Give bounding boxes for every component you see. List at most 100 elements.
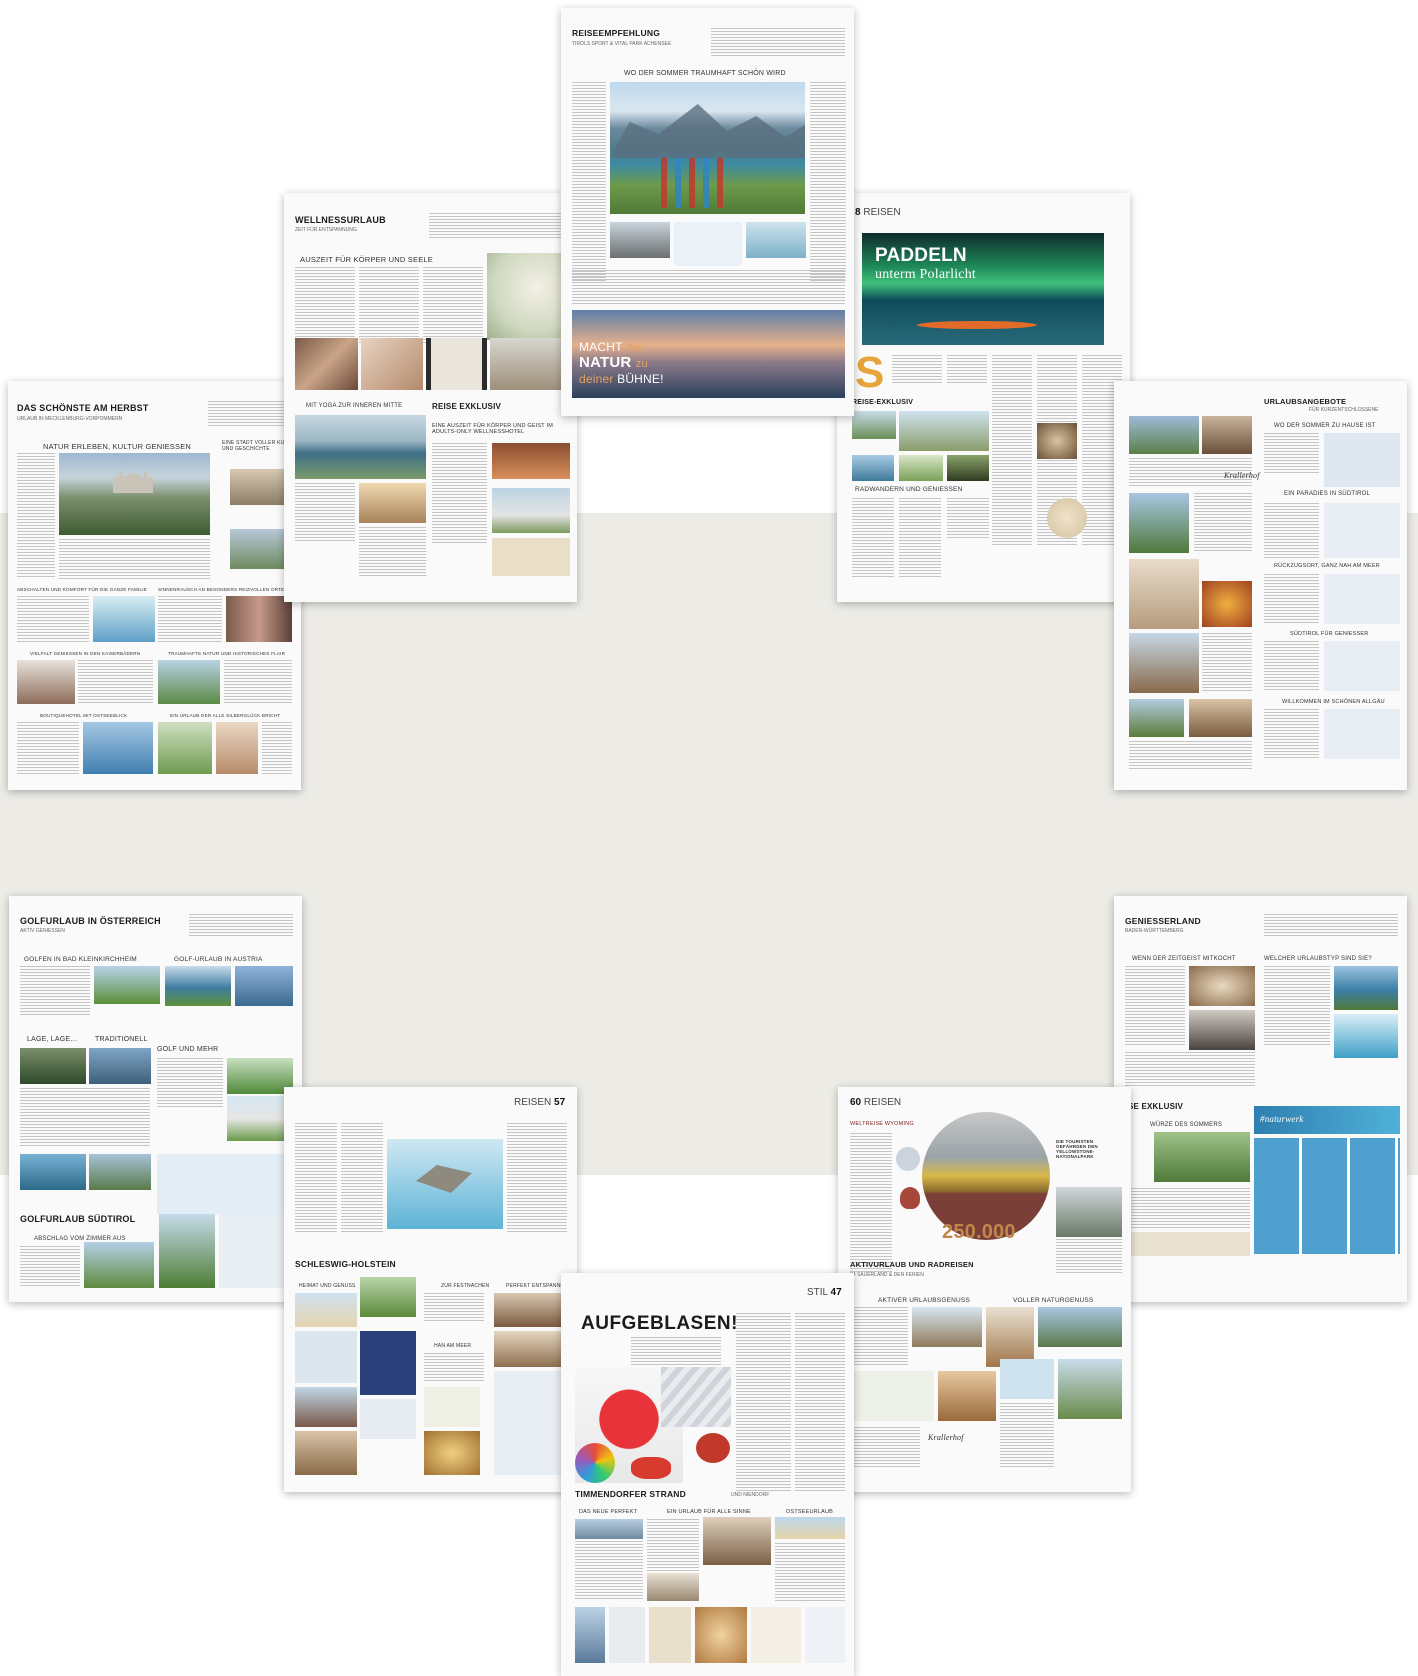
ad-word-buehne: BÜHNE!: [617, 372, 664, 386]
section-subtitle: UND NIENDORF: [731, 1492, 770, 1498]
text-block: [1056, 1239, 1122, 1273]
page-herbst: DAS SCHÖNSTE AM HERBST URLAUB IN MECKLEN…: [8, 381, 301, 790]
text-block: [78, 660, 153, 704]
headline-ostsee: OSTSEEURLAUB: [786, 1509, 834, 1515]
page-reiseempfehlung: REISEEMPFEHLUNG TIROLS SPORT & VITAL PAR…: [561, 8, 854, 416]
ad-box: [1324, 503, 1400, 558]
headline-sommer: WO DER SOMMER ZU HAUSE IST: [1274, 423, 1376, 429]
headline-meer: HAN AM MEER: [434, 1343, 472, 1349]
photo-hike: [912, 1307, 982, 1347]
page-number: 47: [830, 1287, 842, 1298]
photo-golf-3: [235, 966, 293, 1006]
text-block: [262, 722, 292, 774]
photo-food-ad: [695, 1607, 747, 1663]
headline-allgaeu: WILLKOMMEN IM SCHÖNEN ALLGÄU: [1282, 699, 1385, 705]
headline-geniesser: SÜDTIROL FÜR GENIESSER: [1290, 631, 1369, 637]
headline-traditionell: TRADITIONELL: [95, 1036, 148, 1043]
ad-box: [219, 1214, 293, 1288]
headline-vielfalt: VIELFALT GENIESSEN IN DEN KAISERBÄDERN: [30, 651, 141, 656]
photo-rainbow: [575, 1443, 615, 1483]
text-column: [850, 1133, 892, 1273]
text-block: [947, 498, 989, 538]
photo-course: [159, 1214, 215, 1288]
photo-panorama: [1038, 1307, 1122, 1347]
headline-rueckzug: RÜCKZUGSORT, GANZ NAH AM MEER: [1274, 563, 1380, 569]
photo-room: [494, 1331, 568, 1367]
headline-yoga: MIT YOGA ZUR INNEREN MITTE: [306, 403, 403, 409]
photo-dish: [1189, 966, 1255, 1006]
section-title: SCHLESWIG-HOLSTEIN: [295, 1259, 396, 1269]
text-block: [432, 443, 487, 543]
text-column: [992, 355, 1032, 545]
photo-food: [424, 1431, 480, 1475]
photo-room: [1189, 699, 1252, 737]
headline-golfen: GOLFEN IN BAD KLEINKIRCHHEIM: [24, 956, 137, 963]
photo-resort-aerial: [1154, 1132, 1250, 1182]
ad-text-2: NATUR zu: [579, 354, 648, 371]
running-header: REISEN 57: [514, 1097, 565, 1108]
page-subtitle: BADEN-WÜRTTEMBERG: [1125, 928, 1184, 934]
running-header: STIL 47: [807, 1287, 842, 1298]
text-block: [1264, 966, 1330, 1046]
text-block: [575, 1541, 643, 1601]
photo-grid: [1254, 1138, 1400, 1254]
headline-wuerze: WÜRZE DES SOMMERS: [1150, 1122, 1223, 1128]
text-block: [424, 1353, 484, 1383]
ad-box: [157, 1154, 293, 1214]
ad-text-3: deiner BÜHNE!: [579, 372, 664, 386]
photo-geyser: [1056, 1187, 1122, 1237]
page-reisen-57: REISEN 57 SCHLESWIG-HOLSTEIN HEIMAT UND …: [284, 1087, 577, 1492]
text-block: [1125, 966, 1185, 1046]
text-block: [224, 660, 292, 704]
photo-group: [226, 596, 292, 642]
text-block: [1125, 1188, 1250, 1228]
photo-chef: [17, 660, 75, 704]
text-column: [795, 1313, 845, 1493]
page-stil: STIL 47 AUFGEBLASEN! TIMMENDORFER STRAND…: [561, 1273, 854, 1676]
running-header: 8 REISEN: [855, 207, 901, 218]
page-subtitle: TIROLS SPORT & VITAL PARK ACHENSEE: [572, 41, 672, 47]
ad-text-1: MACHT die: [579, 340, 643, 354]
photo-pool: [295, 415, 426, 479]
page-title: DAS SCHÖNSTE AM HERBST: [17, 403, 149, 413]
ad-word-die: die: [626, 340, 643, 354]
photo-lobby: [295, 1431, 357, 1475]
text-block: [852, 498, 894, 578]
photo-golf-2: [165, 966, 231, 1006]
section-subtitle: IM SAUERLAND & DEN FERIEN: [850, 1272, 924, 1278]
drop-cap: S: [855, 348, 885, 397]
intro-text: [1264, 914, 1398, 938]
text-column: [892, 355, 942, 385]
photo-valley: [84, 1242, 154, 1288]
intro-text: [189, 914, 293, 938]
page-reisen-polar: 8 REISEN PADDELN unterm Polarlicht S REI…: [837, 193, 1130, 602]
photo-building: [575, 1519, 643, 1539]
text-column: [947, 355, 987, 385]
intro-text: [208, 401, 292, 427]
headline-boutique: BOUTIQUEHOTEL MIT OSTSEEBLICK: [40, 713, 128, 718]
headline-paradies: EIN PARADIES IN SÜDTIROL: [1284, 491, 1371, 497]
page-title: WELLNESSURLAUB: [295, 215, 386, 225]
photo-woman: [216, 722, 258, 774]
text-block: [1202, 633, 1252, 693]
text-block: [1264, 709, 1319, 759]
ad-word-deiner: deiner: [579, 372, 614, 386]
ad-box: [295, 1331, 357, 1383]
photo-bikes: [1058, 1359, 1122, 1419]
text-column: [572, 82, 606, 282]
page-number: 60: [850, 1097, 862, 1108]
photo-dining: [494, 1293, 568, 1327]
headline-urlaubstyp: WELCHER URLAUBSTYP SIND SIE?: [1264, 956, 1372, 962]
text-column: [810, 82, 846, 282]
section-title: REISE EXKLUSIV: [432, 402, 502, 411]
text-block: [20, 1088, 150, 1148]
headline-aufgeblasen: AUFGEBLASEN!: [581, 1313, 738, 1334]
logo-krallerhof: Krallerhof: [928, 1433, 964, 1442]
photo-mountains: [89, 1154, 151, 1190]
photo-room: [647, 1573, 699, 1601]
photo-golf-1: [94, 966, 160, 1004]
text-block: [359, 527, 426, 577]
section-title: GOLFURLAUB SÜDTIROL: [20, 1214, 136, 1224]
photo-horses: [947, 455, 989, 481]
headline-familie: ABSCHALTEN UND KOMFORT FÜR DIE GANZE FAM…: [17, 587, 148, 592]
